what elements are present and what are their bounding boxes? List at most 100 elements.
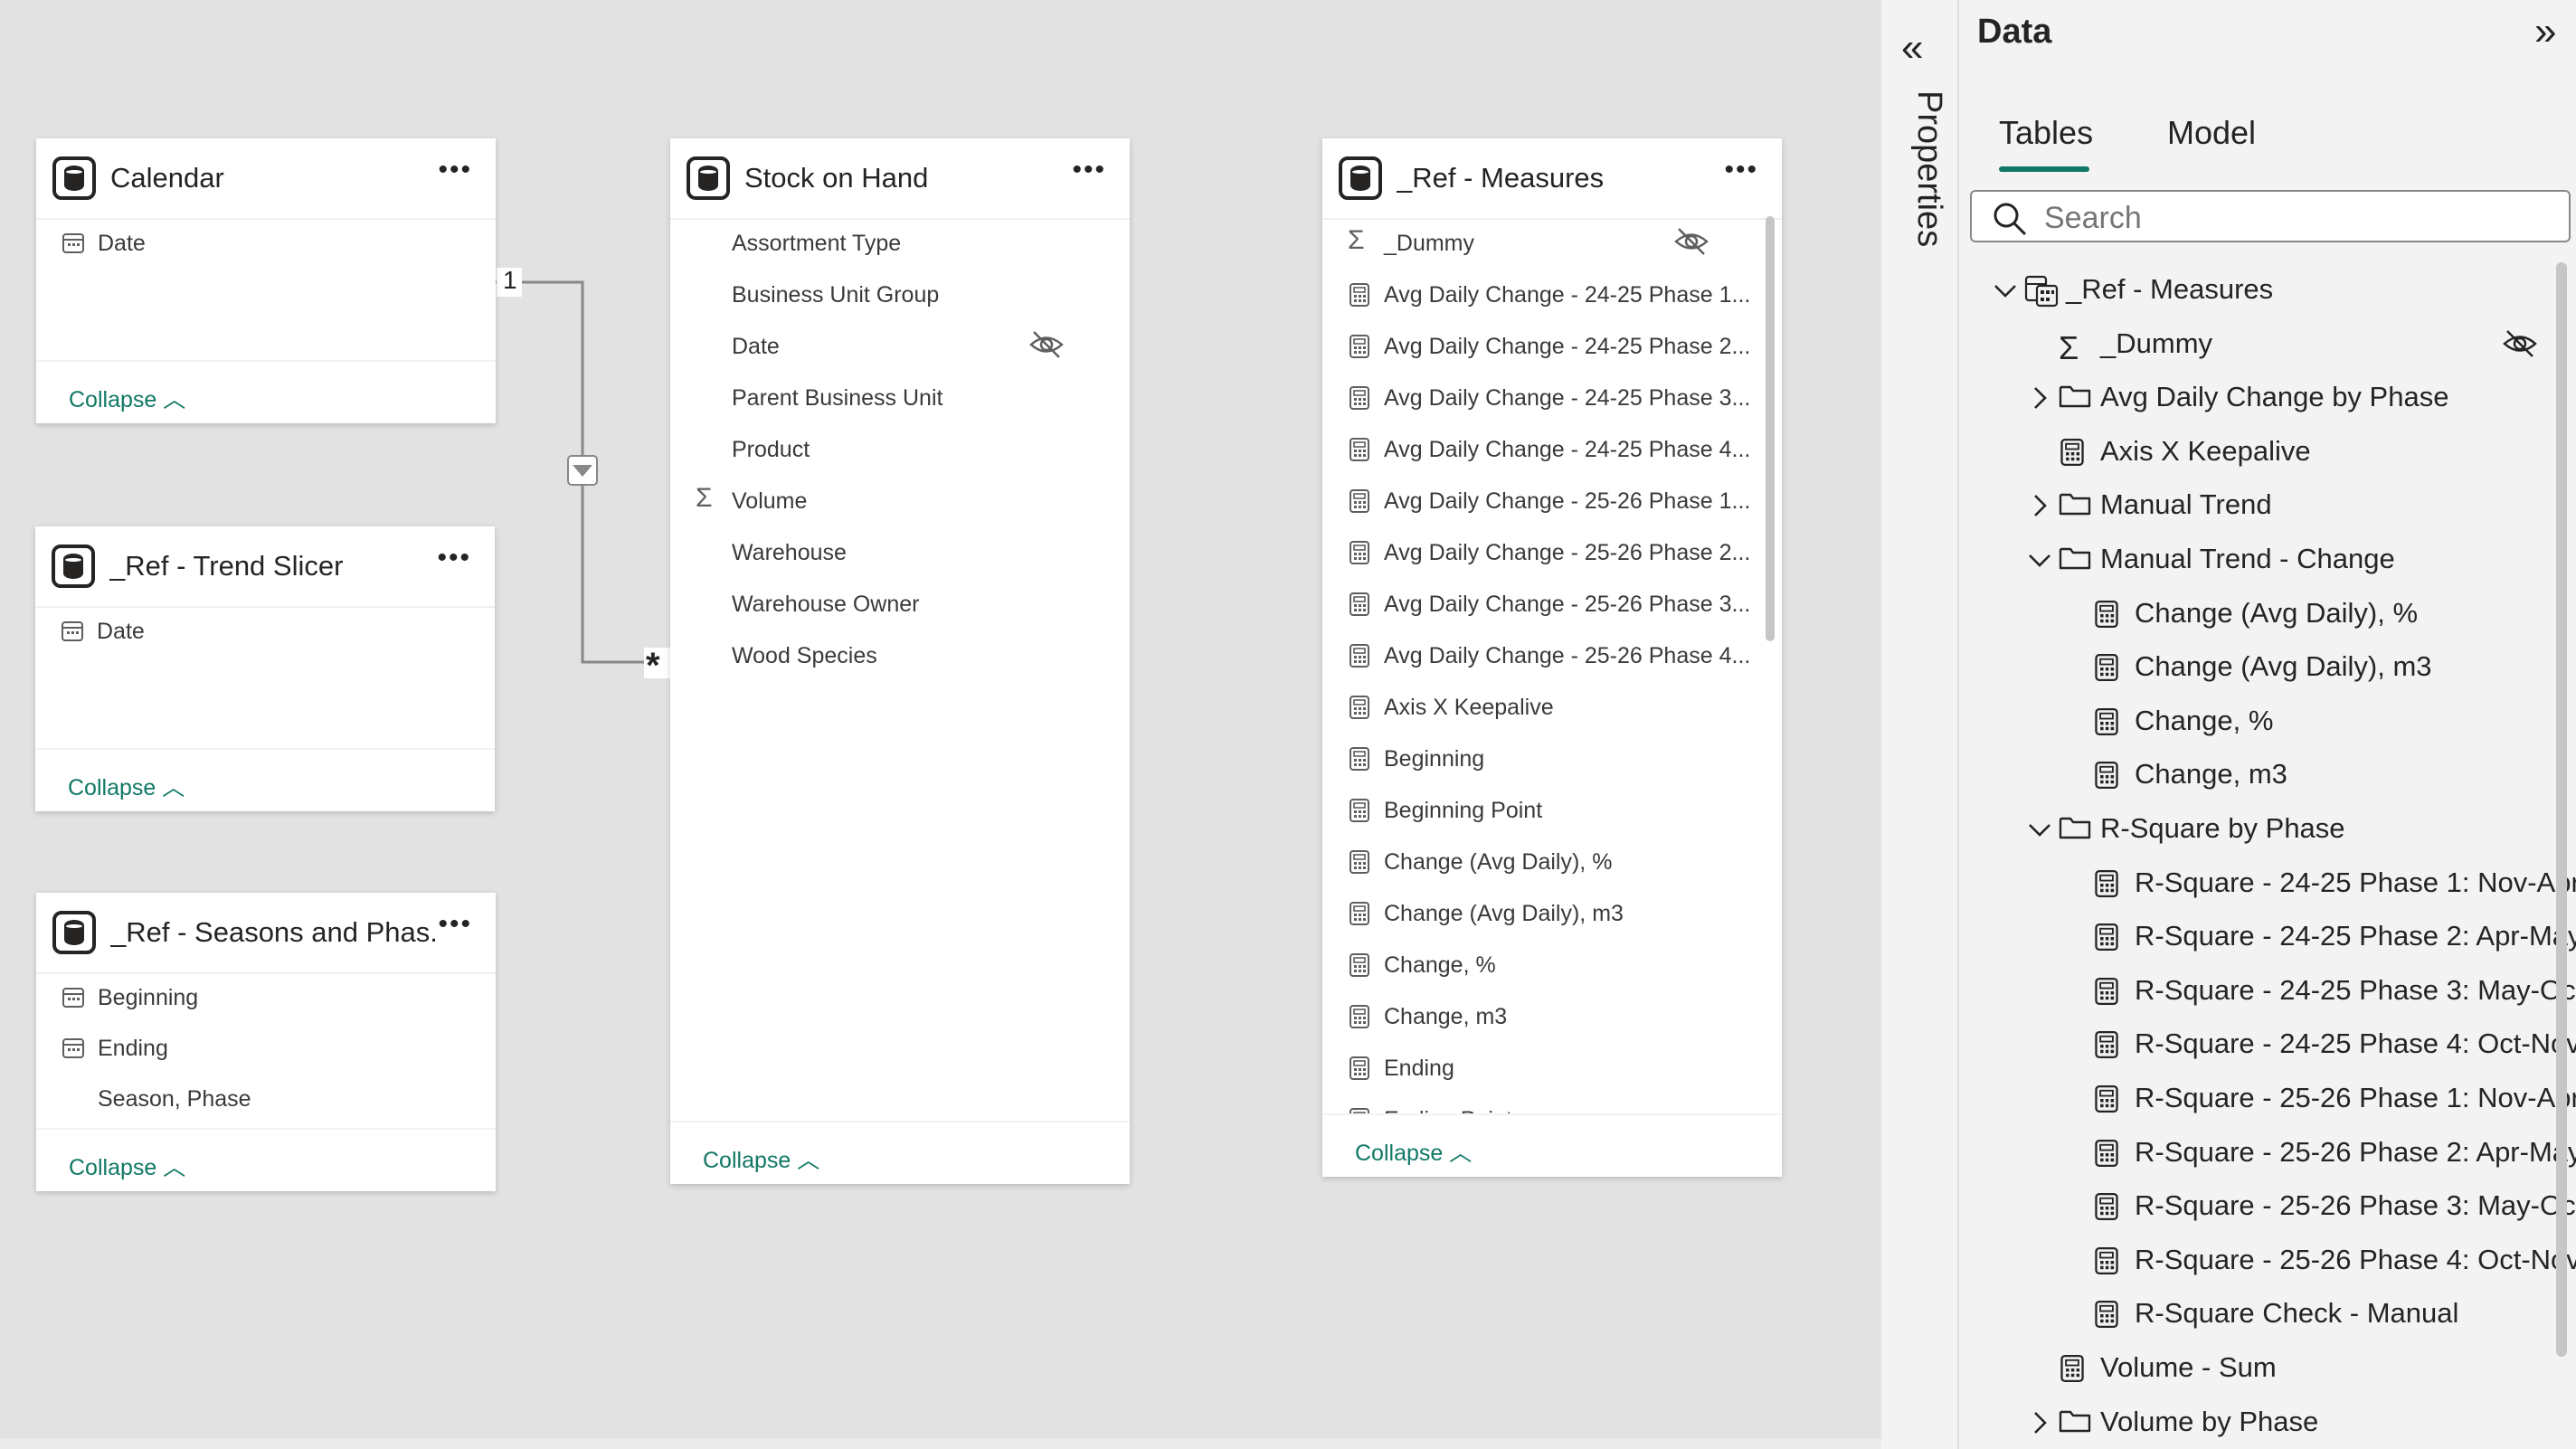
field-row[interactable]: Σ Volume [670,476,1130,526]
field-row[interactable]: Business Unit Group [670,270,1130,320]
tree-item[interactable]: Σ _Dummy [1977,318,2556,371]
tree-item[interactable]: Change (Avg Daily), % [1977,588,2556,640]
field-row[interactable]: Date [36,218,496,269]
tree-item[interactable]: R-Square - 24-25 Phase 3: May-Oct [1977,965,2576,1018]
hidden-eye-icon[interactable] [1673,225,1709,258]
measure-row[interactable]: Avg Daily Change - 24-25 Phase 2... [1322,321,1766,372]
field-label: Avg Daily Change - 24-25 Phase 1... [1384,282,1751,308]
more-options-icon[interactable]: ••• [438,155,472,185]
collapse-button[interactable]: Collapse ︿ [69,1150,185,1182]
field-row[interactable]: Parent Business Unit [670,373,1130,423]
field-row[interactable]: Date [670,321,1130,372]
more-options-icon[interactable]: ••• [1724,155,1758,185]
hidden-eye-icon[interactable] [1028,328,1065,361]
tree-item-label: Axis X Keepalive [2100,434,2311,467]
hidden-eye-icon[interactable] [2502,327,2538,360]
chevron-right-icon[interactable] [2026,384,2053,412]
measure-row[interactable]: Axis X Keepalive [1322,682,1766,733]
measure-row[interactable]: Σ _Dummy [1322,218,1766,269]
collapse-button[interactable]: Collapse ︿ [703,1142,819,1175]
field-row[interactable]: Season, Phase [36,1074,496,1124]
measure-row[interactable]: Avg Daily Change - 25-26 Phase 1... [1322,476,1766,526]
field-row[interactable]: Assortment Type [670,218,1130,269]
measure-row[interactable]: Avg Daily Change - 25-26 Phase 4... [1322,630,1766,681]
tree-item[interactable]: R-Square Check - Manual [1977,1288,2556,1340]
tree-item[interactable]: R-Square - 25-26 Phase 2: Apr-May [1977,1127,2576,1179]
table-card-header[interactable]: Calendar ••• [36,138,496,220]
tree-item[interactable]: R-Square - 24-25 Phase 2: Apr-May [1977,911,2576,963]
tree-item[interactable]: Manual Trend - Change [1977,534,2556,586]
expand-properties-icon[interactable]: « [1901,25,1923,71]
tab-model[interactable]: Model [2167,114,2256,152]
table-card-header[interactable]: _Ref - Measures ••• [1322,138,1782,220]
tree-item-label: _Dummy [2100,327,2213,359]
collapse-data-pane-icon[interactable]: » [2534,9,2556,54]
tree-item[interactable]: Manual Trend [1977,479,2556,532]
chevron-right-icon[interactable] [2026,1409,2053,1436]
measure-row[interactable]: Avg Daily Change - 25-26 Phase 3... [1322,579,1766,630]
collapse-button[interactable]: Collapse ︿ [69,382,185,414]
collapse-button[interactable]: Collapse ︿ [1355,1135,1472,1168]
table-card-trend-slicer[interactable]: _Ref - Trend Slicer ••• Date Collapse ︿ [35,526,495,811]
properties-pane-label[interactable]: Properties [1909,90,1948,247]
field-label: Avg Daily Change - 24-25 Phase 3... [1384,385,1751,411]
tab-tables[interactable]: Tables [1999,114,2093,152]
tree-item[interactable]: Axis X Keepalive [1977,426,2556,478]
chevron-down-icon[interactable] [2026,816,2053,843]
more-options-icon[interactable]: ••• [437,543,471,573]
measure-list[interactable]: Σ _Dummy Avg Daily Change - 24-25 Phase 1.… [1322,218,1766,1122]
measure-row[interactable]: Change, % [1322,940,1766,990]
field-row[interactable]: Date [35,606,495,657]
more-options-icon[interactable]: ••• [438,909,472,940]
chevron-right-icon[interactable] [2026,492,2053,519]
tree-item[interactable]: Volume - Sum [1977,1342,2556,1395]
measure-list-scrollbar[interactable] [1766,216,1775,641]
field-row[interactable]: Warehouse Owner [670,579,1130,630]
chevron-down-icon[interactable] [1992,277,2019,304]
table-card-header[interactable]: _Ref - Seasons and Phas... ••• [36,893,496,974]
tree-item-label: Manual Trend [2100,488,2272,521]
table-card-header[interactable]: _Ref - Trend Slicer ••• [35,526,495,608]
tree-item[interactable]: R-Square - 24-25 Phase 1: Nov-Apr [1977,857,2576,910]
measure-row[interactable]: Avg Daily Change - 24-25 Phase 4... [1322,424,1766,475]
field-label: Ending [1384,1056,1454,1081]
collapse-button[interactable]: Collapse ︿ [68,770,185,802]
search-field[interactable] [1970,190,2571,242]
measure-row[interactable]: Change (Avg Daily), % [1322,837,1766,887]
canvas-horizontal-scrollbar[interactable] [0,1438,1881,1449]
table-card-stock-on-hand[interactable]: Stock on Hand ••• Assortment Type Busine… [670,138,1130,1184]
tree-item[interactable]: R-Square - 25-26 Phase 4: Oct-Nov [1977,1235,2576,1287]
tree-item[interactable]: Avg Daily Change by Phase [1977,372,2556,424]
chevron-down-icon[interactable] [2026,546,2053,573]
field-row[interactable]: Product [670,424,1130,475]
tree-item[interactable]: R-Square - 25-26 Phase 3: May-Oct [1977,1180,2576,1233]
field-row[interactable]: Warehouse [670,527,1130,578]
measure-row[interactable]: Change (Avg Daily), m3 [1322,888,1766,939]
data-pane-scrollbar[interactable] [2556,262,2567,1357]
field-row[interactable]: Ending [36,1023,496,1074]
tree-item[interactable]: Change, % [1977,696,2556,748]
tree-item[interactable]: Change, m3 [1977,749,2556,801]
search-input[interactable] [2042,199,2552,237]
field-row[interactable]: Wood Species [670,630,1130,681]
tree-item[interactable]: R-Square - 24-25 Phase 4: Oct-Nov [1977,1018,2576,1071]
measure-row[interactable]: Change, m3 [1322,991,1766,1042]
measure-row[interactable]: Beginning [1322,734,1766,784]
measure-row[interactable]: Beginning Point [1322,785,1766,836]
tree-item[interactable]: _Ref - Measures [1977,264,2556,317]
tree-item[interactable]: Volume by Phase [1977,1397,2556,1449]
table-card-header[interactable]: Stock on Hand ••• [670,138,1130,220]
measure-row[interactable]: Avg Daily Change - 24-25 Phase 1... [1322,270,1766,320]
tree-item[interactable]: Change (Avg Daily), m3 [1977,641,2556,694]
table-card-measures[interactable]: _Ref - Measures ••• Σ _Dummy Avg Daily Cha… [1322,138,1782,1177]
more-options-icon[interactable]: ••• [1072,155,1106,185]
model-canvas[interactable]: 1 * Calendar ••• Date Collapse ︿ _Ref - … [0,0,1881,1449]
measure-row[interactable]: Ending [1322,1043,1766,1094]
measure-row[interactable]: Avg Daily Change - 24-25 Phase 3... [1322,373,1766,423]
tree-item[interactable]: R-Square by Phase [1977,803,2556,856]
measure-row[interactable]: Avg Daily Change - 25-26 Phase 2... [1322,527,1766,578]
field-row[interactable]: Beginning [36,972,496,1023]
tree-item[interactable]: R-Square - 25-26 Phase 1: Nov-Apr [1977,1073,2576,1125]
table-card-calendar[interactable]: Calendar ••• Date Collapse ︿ [36,138,496,423]
table-card-seasons-phases[interactable]: _Ref - Seasons and Phas... ••• Beginning… [36,893,496,1191]
